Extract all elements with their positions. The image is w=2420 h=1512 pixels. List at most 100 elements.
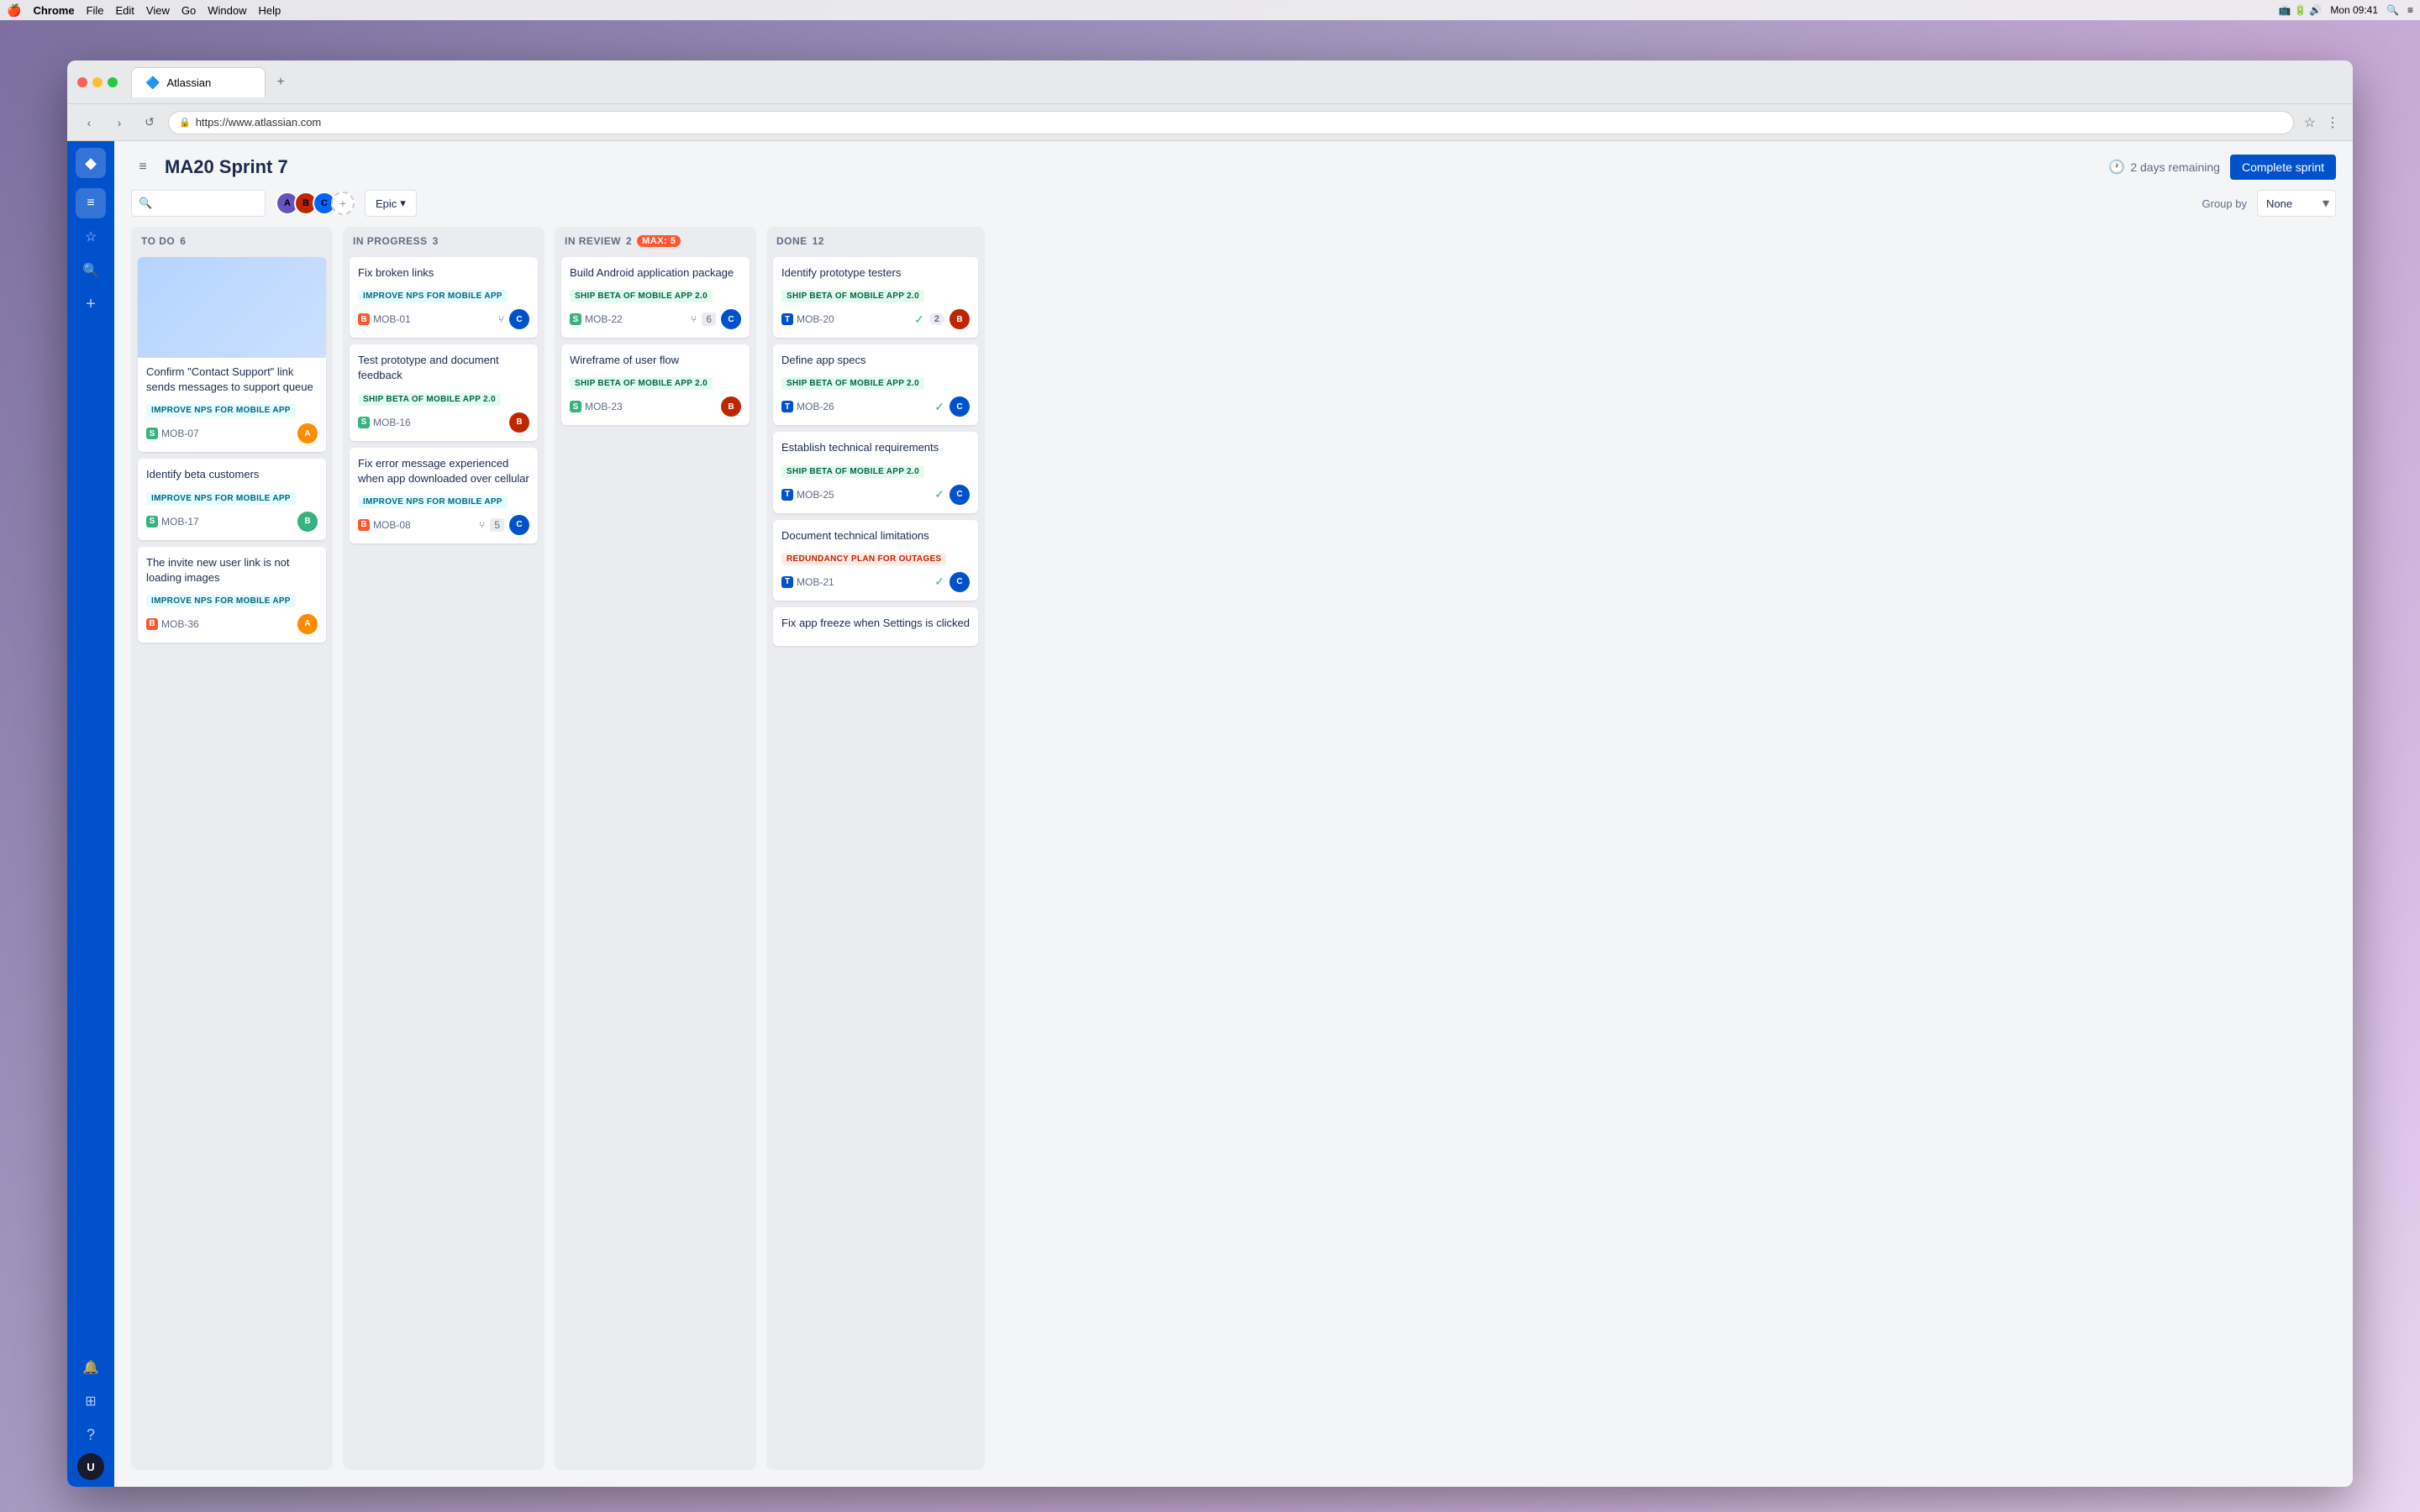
card-title-mob23: Wireframe of user flow: [570, 353, 741, 368]
card-id-mob08: MOB-08: [373, 519, 411, 531]
card-id-mob01: MOB-01: [373, 313, 411, 325]
column-done-cards: Identify prototype testers SHIP BETA OF …: [766, 254, 985, 1470]
card-mob20[interactable]: Identify prototype testers SHIP BETA OF …: [773, 257, 978, 338]
card-epic-mob20: SHIP BETA OF MOBILE APP 2.0: [781, 290, 924, 302]
menu-edit[interactable]: Edit: [116, 4, 134, 17]
column-inreview: IN REVIEW 2 MAX: 5 Build Android applica…: [555, 227, 756, 1470]
card-epic-mob23: SHIP BETA OF MOBILE APP 2.0: [570, 377, 713, 390]
card-mob36[interactable]: The invite new user link is not loading …: [138, 547, 326, 643]
card-mob21[interactable]: Document technical limitations REDUNDANC…: [773, 520, 978, 601]
address-bar[interactable]: 🔒 https://www.atlassian.com: [168, 111, 2294, 134]
card-title-mob25: Establish technical requirements: [781, 440, 970, 455]
story-points-mob22: 6: [702, 312, 716, 326]
back-button[interactable]: ‹: [77, 111, 101, 134]
card-epic-mob16: SHIP BETA OF MOBILE APP 2.0: [358, 393, 501, 406]
card-epic-mob25: SHIP BETA OF MOBILE APP 2.0: [781, 465, 924, 478]
epic-filter-button[interactable]: Epic ▾: [365, 190, 417, 217]
maximize-button[interactable]: [108, 77, 118, 87]
remaining-text: 2 days remaining: [2130, 160, 2220, 174]
card-title-mob26: Define app specs: [781, 353, 970, 368]
card-title-mob01: Fix broken links: [358, 265, 529, 281]
minimize-button[interactable]: [92, 77, 103, 87]
sidebar-item-search[interactable]: 🔍: [76, 255, 106, 286]
search-icon[interactable]: 🔍: [2386, 4, 2399, 16]
menu-help[interactable]: Help: [258, 4, 281, 17]
check-icon-mob21: ✓: [934, 575, 944, 589]
card-footer-mob25: T MOB-25 ✓ C: [781, 485, 970, 505]
card-mob01[interactable]: Fix broken links IMPROVE NPS FOR MOBILE …: [350, 257, 538, 338]
search-icon: 🔍: [139, 197, 152, 210]
card-id-mob22: MOB-22: [585, 313, 623, 325]
card-footer-mob23: S MOB-23 B: [570, 396, 741, 417]
card-mob08[interactable]: Fix error message experienced when app d…: [350, 448, 538, 543]
card-mob25[interactable]: Establish technical requirements SHIP BE…: [773, 432, 978, 512]
group-by-label: Group by: [2202, 197, 2247, 210]
card-avatar-mob20: B: [950, 309, 970, 329]
issue-type-icon-mob23: S: [570, 401, 581, 412]
card-mob16[interactable]: Test prototype and document feedback SHI…: [350, 344, 538, 440]
card-footer-mob26: T MOB-26 ✓ C: [781, 396, 970, 417]
bookmark-icon[interactable]: ☆: [2301, 111, 2319, 134]
sidebar-item-notifications[interactable]: 🔔: [76, 1352, 106, 1383]
card-footer-mob21: T MOB-21 ✓ C: [781, 572, 970, 592]
card-id-mob07: MOB-07: [161, 428, 199, 439]
active-tab[interactable]: 🔷 Atlassian: [131, 67, 266, 97]
card-meta-mob25: ✓ C: [934, 485, 970, 505]
forward-button[interactable]: ›: [108, 111, 131, 134]
card-title-mob36: The invite new user link is not loading …: [146, 555, 318, 585]
sidebar-toggle[interactable]: ≡: [131, 155, 155, 179]
column-todo-label: TO DO: [141, 235, 175, 247]
column-done-count: 12: [813, 235, 824, 247]
card-meta-mob26: ✓ C: [934, 396, 970, 417]
search-box[interactable]: 🔍: [131, 190, 266, 217]
column-inprogress-cards: Fix broken links IMPROVE NPS FOR MOBILE …: [343, 254, 544, 1470]
menu-file[interactable]: File: [87, 4, 104, 17]
card-mob07[interactable]: Confirm "Contact Support" link sends mes…: [138, 257, 326, 452]
reload-button[interactable]: ↺: [138, 111, 161, 134]
card-fix-freeze[interactable]: Fix app freeze when Settings is clicked: [773, 607, 978, 646]
issue-type-icon-mob21: T: [781, 576, 793, 588]
sidebar-item-favorites[interactable]: ☆: [76, 222, 106, 252]
column-todo-count: 6: [180, 235, 186, 247]
app-layout: ◆ ≡ ☆ 🔍 + 🔔 ⊞ ? U ≡ MA20 Sprint 7: [67, 141, 2353, 1487]
new-tab-button[interactable]: +: [269, 71, 292, 94]
menu-extras-icon[interactable]: ≡: [2407, 4, 2413, 16]
group-by-select[interactable]: None Epic Assignee: [2257, 190, 2336, 217]
column-done: DONE 12 Identify prototype testers SHIP …: [766, 227, 985, 1470]
more-options-icon[interactable]: ⋮: [2323, 111, 2343, 134]
user-avatar[interactable]: U: [77, 1453, 104, 1480]
menu-go[interactable]: Go: [182, 4, 196, 17]
add-member-button[interactable]: +: [331, 192, 355, 215]
card-title-mob22: Build Android application package: [570, 265, 741, 281]
menu-view[interactable]: View: [146, 4, 170, 17]
card-mob17[interactable]: Identify beta customers IMPROVE NPS FOR …: [138, 459, 326, 539]
sidebar-item-apps[interactable]: ⊞: [76, 1386, 106, 1416]
browser-window: 🔷 Atlassian + ‹ › ↺ 🔒 https://www.atlass…: [67, 60, 2353, 1487]
card-epic-mob17: IMPROVE NPS FOR MOBILE APP: [146, 492, 296, 505]
column-inprogress-label: IN PROGRESS: [353, 235, 428, 247]
branch-icon2: ⑂: [479, 519, 485, 531]
sidebar-logo[interactable]: ◆: [76, 148, 106, 178]
close-button[interactable]: [77, 77, 87, 87]
traffic-lights: [77, 77, 118, 87]
menubar: 🍎 Chrome File Edit View Go Window Help 📺…: [0, 0, 2420, 20]
card-mob23[interactable]: Wireframe of user flow SHIP BETA OF MOBI…: [561, 344, 750, 425]
group-by-wrap: None Epic Assignee: [2257, 190, 2336, 217]
card-mob26[interactable]: Define app specs SHIP BETA OF MOBILE APP…: [773, 344, 978, 425]
sidebar-item-help[interactable]: ?: [76, 1420, 106, 1450]
column-inprogress-count: 3: [433, 235, 439, 247]
card-epic-mob22: SHIP BETA OF MOBILE APP 2.0: [570, 290, 713, 302]
card-mob22[interactable]: Build Android application package SHIP B…: [561, 257, 750, 338]
sidebar-item-create[interactable]: +: [76, 289, 106, 319]
story-points-mob08: 5: [490, 518, 504, 532]
card-avatar-mob07: A: [297, 423, 318, 444]
column-inreview-cards: Build Android application package SHIP B…: [555, 254, 756, 1470]
card-meta-mob20: ✓ 2 B: [914, 309, 970, 329]
check-count-mob20: 2: [929, 313, 944, 325]
menu-window[interactable]: Window: [208, 4, 246, 17]
tab-title: Atlassian: [166, 76, 211, 89]
sidebar-item-board[interactable]: ≡: [76, 188, 106, 218]
complete-sprint-button[interactable]: Complete sprint: [2230, 155, 2336, 180]
apple-menu[interactable]: 🍎: [7, 3, 21, 18]
app-name[interactable]: Chrome: [33, 4, 74, 17]
